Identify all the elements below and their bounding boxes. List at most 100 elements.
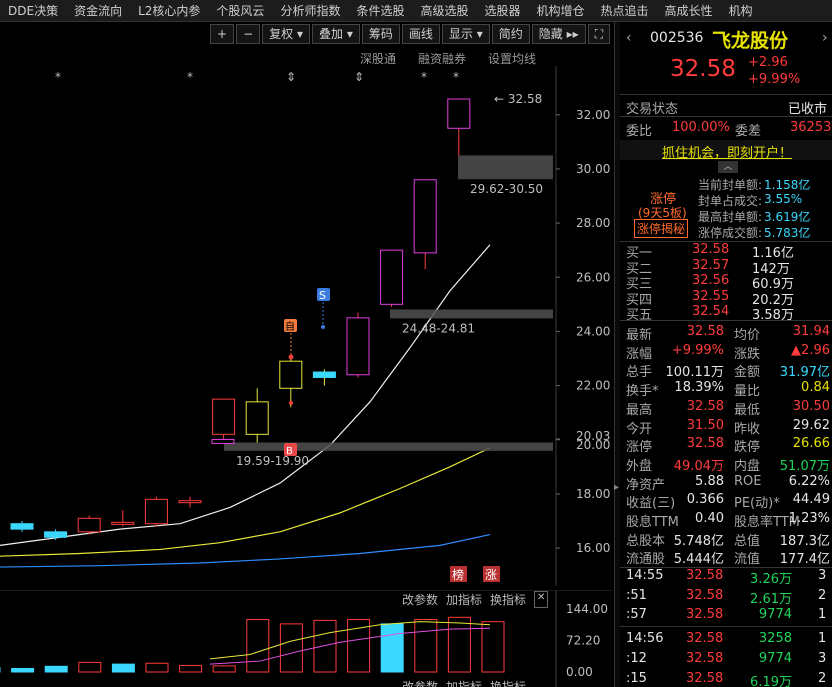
price-block: 32.58 +2.96 +9.99% <box>620 54 832 88</box>
bid-price: 32.55 <box>692 288 730 304</box>
y-tick-label: 30.00 <box>576 162 610 176</box>
bang-badge[interactable]: 榜 <box>452 567 464 582</box>
margin-link[interactable]: 融资融券 <box>418 50 466 67</box>
last-price: 32.58 <box>670 56 736 82</box>
bid-price: 32.56 <box>692 273 730 289</box>
stock-code: 002536 <box>650 30 704 46</box>
draw-line-button[interactable]: 画线 <box>401 24 440 44</box>
quote-panel: ‹ 002536 飞龙股份 › 32.58 +2.96 +9.99% 交易状态 … <box>620 22 832 687</box>
menu-selector[interactable]: 选股器 <box>476 0 528 22</box>
y-tick-label: 16.00 <box>576 541 610 555</box>
tick-row: :57 32.58 9774 1 <box>626 607 827 623</box>
gap-zone-label: 29.62-30.50 <box>470 182 543 196</box>
volume-bar <box>279 623 303 673</box>
zoom-out-button[interactable]: − <box>236 24 261 44</box>
y-tick-label: 32.00 <box>576 108 610 122</box>
open-account-link[interactable]: 抓住机会，即刻开户！ <box>662 142 792 161</box>
chart-toolbar: + − 复权 ▾ 叠加 ▾ 筹码 画线 显示 ▾ 简约 隐藏 ▸▸ ⛶ <box>210 24 612 44</box>
tick-row: 14:55 32.58 3.26万 3 <box>626 568 827 587</box>
b-marker[interactable]: B <box>286 446 293 457</box>
star-icon: * <box>453 70 459 84</box>
hk-connect-link[interactable]: 深股通 <box>360 50 396 67</box>
fullscreen-icon[interactable]: ⛶ <box>587 24 611 44</box>
gap-zone <box>458 155 553 180</box>
simple-button[interactable]: 简约 <box>491 24 530 44</box>
candle-body <box>380 249 404 305</box>
candle-body <box>10 523 34 530</box>
volume-bar <box>212 665 236 673</box>
candle-body <box>211 438 235 444</box>
volume-bar <box>414 619 438 673</box>
menu-condition[interactable]: 条件选股 <box>348 0 412 22</box>
candle-body <box>413 179 437 254</box>
volume-y-axis: 144.00 72.20 0.00 <box>555 590 608 687</box>
bid-row[interactable]: 买一 32.58 1.16亿 <box>620 242 832 261</box>
menu-l2[interactable]: L2核心内参 <box>130 0 208 22</box>
updown-arrow-icon: ⇕ <box>286 70 296 84</box>
collapse-up-icon[interactable]: ︿ <box>718 161 738 173</box>
bid-row[interactable]: 买四 32.55 20.2万 <box>620 288 832 308</box>
stat-row: 最新 32.58 均价 31.94 <box>626 324 830 343</box>
gap-zone-label: 19.59-19.90 <box>236 454 309 468</box>
collapse-arrow-icon[interactable]: ▸ <box>614 482 619 493</box>
menu-inst-add[interactable]: 机构增仓 <box>529 0 593 22</box>
chips-button[interactable]: 筹码 <box>361 24 400 44</box>
volume-chart[interactable]: 144.00 72.20 0.00 <box>0 590 612 687</box>
ma-settings-link[interactable]: 设置均线 <box>488 50 536 67</box>
adjust-button[interactable]: 复权 ▾ <box>262 24 310 44</box>
bid-row[interactable]: 买三 32.56 60.9万 <box>620 273 832 292</box>
y-tick-label: 18.00 <box>576 487 610 501</box>
hide-button[interactable]: 隐藏 ▸▸ <box>531 24 586 44</box>
menu-inst[interactable]: 机构 <box>721 0 761 22</box>
overlay-button[interactable]: 叠加 ▾ <box>312 24 360 44</box>
commission-row: 委比 100.00% 委差 36253 <box>626 120 832 139</box>
menu-advanced[interactable]: 高级选股 <box>412 0 476 22</box>
menu-growth[interactable]: 高成长性 <box>657 0 721 22</box>
menu-fund-flow[interactable]: 资金流向 <box>66 0 130 22</box>
promo-banner[interactable]: 抓住机会，即刻开户！ <box>620 140 832 161</box>
stock-header: ‹ 002536 飞龙股份 › <box>620 26 832 52</box>
candle-body <box>346 317 370 376</box>
chevron-down-icon: ▾ <box>346 27 353 41</box>
limit-up-secret-button[interactable]: 涨停揭秘 <box>634 219 689 238</box>
menu-analyst[interactable]: 分析师指数 <box>272 0 348 22</box>
star-icon: * <box>187 70 193 84</box>
chevron-left-icon[interactable]: ‹ <box>626 30 632 46</box>
zoom-in-button[interactable]: + <box>210 24 235 44</box>
chevron-right-icon[interactable]: › <box>822 30 828 46</box>
zi-marker[interactable]: 自 <box>285 320 295 333</box>
tick-row: :12 32.58 9774 3 <box>626 650 827 666</box>
volume-bar <box>447 616 471 673</box>
menu-dde[interactable]: DDE决策 <box>0 0 66 22</box>
gap-zone <box>224 442 553 451</box>
kline-chart[interactable]: 29.62-30.50 24.48-24.81 19.59-19.90 ← 32.5… <box>0 66 612 586</box>
y-tick-label: 28.00 <box>576 216 610 230</box>
stock-name: 飞龙股份 <box>712 30 789 52</box>
vol-tick-label: 72.20 <box>566 633 600 647</box>
chevron-down-icon: ▾ <box>476 27 483 41</box>
y-tick-label: 24.00 <box>576 324 610 338</box>
candle-body <box>111 521 135 525</box>
menu-stock-news[interactable]: 个股风云 <box>208 0 272 22</box>
vol-tick-label: 0.00 <box>566 665 593 679</box>
stat-row: 股息TTM 0.40 股息率TTM 1.23% <box>626 511 830 530</box>
gap-zone-label: 24.48-24.81 <box>402 321 475 335</box>
tick-row: :51 32.58 2.61万 2 <box>626 587 827 607</box>
stat-row: 总股本 5.748亿 总值 187.3亿 <box>626 533 830 549</box>
gap-zone <box>390 309 553 319</box>
volume-bar <box>145 662 169 673</box>
stat-row: 涨幅 +9.99% 涨跌 ▲2.96 <box>626 342 830 362</box>
s-marker-dot <box>321 325 325 329</box>
zhang-badge[interactable]: 涨 <box>485 567 497 582</box>
s-marker[interactable]: S <box>319 289 326 302</box>
tick-row: :15 32.58 6.19万 2 <box>626 670 827 687</box>
bid-row[interactable]: 买二 32.57 142万 <box>620 258 832 277</box>
volume-bar <box>246 619 270 673</box>
display-button[interactable]: 显示 ▾ <box>441 24 490 44</box>
vol-tick-label: 144.00 <box>566 602 608 616</box>
bid-row[interactable]: 买五 32.54 3.58万 <box>620 304 832 323</box>
menu-hot[interactable]: 热点追击 <box>593 0 657 22</box>
y-axis: 32.0030.0028.0026.0024.0022.0020.0320.00… <box>555 66 610 586</box>
double-chevron-right-icon: ▸▸ <box>566 27 579 41</box>
updown-arrow-icon: ⇕ <box>354 70 364 84</box>
